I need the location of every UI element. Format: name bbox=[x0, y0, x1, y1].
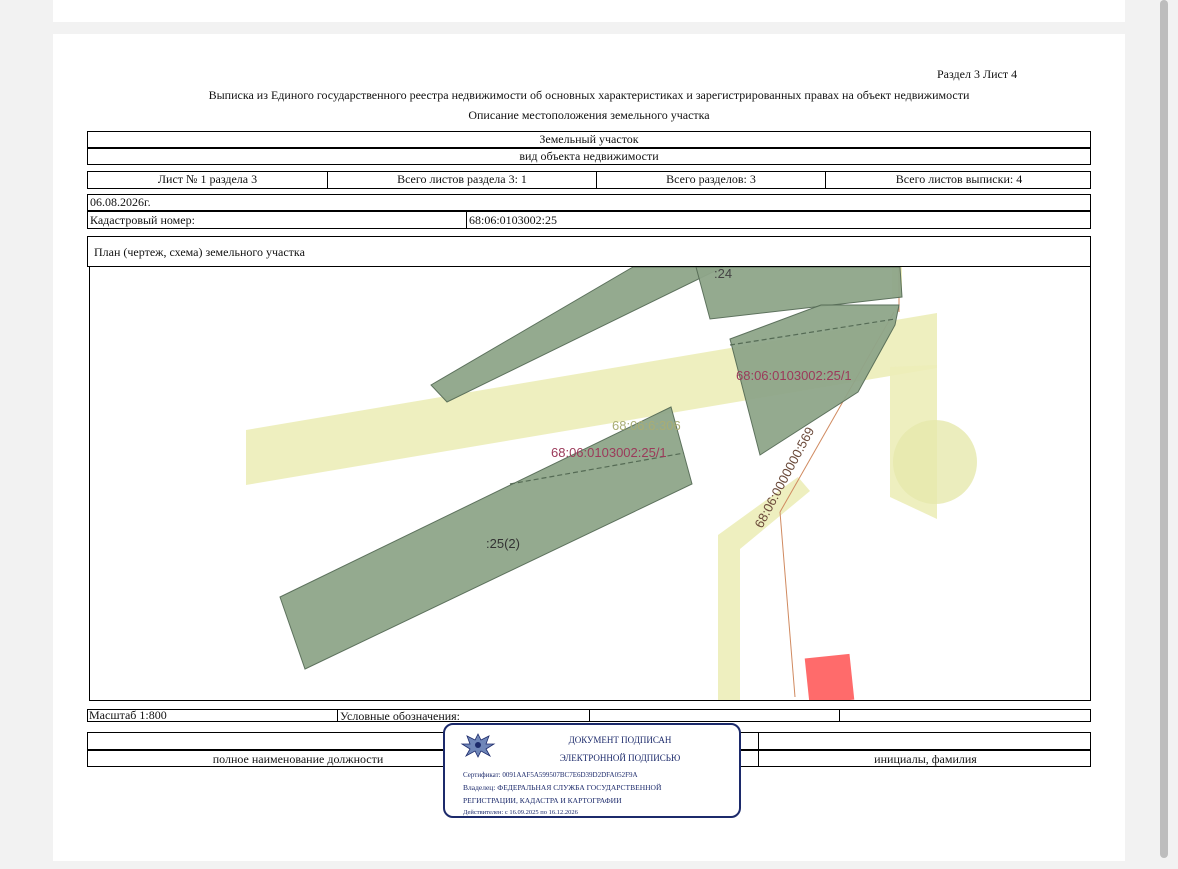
section-sheet-number: Раздел 3 Лист 4 bbox=[937, 67, 1018, 81]
stamp-owner: Владелец: ФЕДЕРАЛЬНАЯ СЛУЖБА ГОСУДАРСТВЕ… bbox=[463, 783, 662, 792]
total-sheets-section: Всего листов раздела 3: 1 bbox=[397, 172, 527, 186]
label-parcel-25-1-mid: 68:06:0103002:25/1 bbox=[551, 445, 667, 460]
document-page: Раздел 3 Лист 4 Выписка из Единого госуд… bbox=[53, 34, 1125, 861]
eagle-emblem-icon bbox=[460, 733, 496, 758]
initials-label: инициалы, фамилия bbox=[874, 752, 977, 766]
stamp-valid: Действителен: с 16.09.2025 по 16.12.2026 bbox=[463, 809, 578, 816]
plan-title: План (чертеж, схема) земельного участка bbox=[94, 245, 305, 259]
total-sections: Всего разделов: 3 bbox=[666, 172, 756, 186]
total-sheets-extract: Всего листов выписки: 4 bbox=[895, 172, 1023, 186]
document-subtitle: Описание местоположения земельного участ… bbox=[468, 108, 710, 122]
red-marker bbox=[804, 653, 855, 700]
label-parcel-24: :24 bbox=[714, 267, 732, 281]
label-parcel-neighbor: 68:06:6:306 bbox=[612, 418, 681, 433]
zone-circle bbox=[893, 420, 977, 504]
stamp-line-1: ДОКУМЕНТ ПОДПИСАН bbox=[568, 735, 672, 745]
cadastral-row: Кадастровый номер: 68:06:0103002:25 bbox=[87, 211, 1091, 229]
plan-map: :24 68:06:0103002:25/1 68:06:6:306 68:06… bbox=[89, 266, 1091, 701]
scale-label: Масштаб 1:800 bbox=[89, 708, 167, 722]
label-parcel-25-1-top: 68:06:0103002:25/1 bbox=[736, 368, 852, 383]
scale-legend-row: Масштаб 1:800 Условные обозначения: bbox=[87, 708, 1091, 723]
date-row: 06.08.2026г. bbox=[87, 194, 1091, 211]
extract-date: 06.08.2026г. bbox=[90, 195, 151, 209]
label-parcel-25-2: :25(2) bbox=[486, 536, 520, 551]
object-kind-row: вид объекта недвижимости bbox=[87, 148, 1091, 165]
plan-header-row: План (чертеж, схема) земельного участка bbox=[87, 236, 1091, 267]
boundary-line-2 bbox=[779, 511, 796, 698]
legend-label: Условные обозначения: bbox=[340, 709, 461, 723]
object-name: Земельный участок bbox=[539, 132, 639, 146]
sheets-row: Лист № 1 раздела 3 Всего листов раздела … bbox=[87, 171, 1091, 189]
scrollbar[interactable] bbox=[1160, 0, 1168, 858]
stamp-certificate: Сертификат: 0091AAF5A599507BC7E6D39D2DFA… bbox=[463, 771, 638, 779]
cadastral-value: 68:06:0103002:25 bbox=[469, 213, 558, 227]
object-kind-label: вид объекта недвижимости bbox=[519, 149, 659, 163]
stamp-line-2: ЭЛЕКТРОННОЙ ПОДПИСЬЮ bbox=[559, 753, 681, 763]
electronic-signature-stamp: ДОКУМЕНТ ПОДПИСАН ЭЛЕКТРОННОЙ ПОДПИСЬЮ С… bbox=[443, 723, 741, 818]
plan-drawing: :24 68:06:0103002:25/1 68:06:6:306 68:06… bbox=[246, 267, 977, 700]
document-title: Выписка из Единого государственного реес… bbox=[208, 88, 970, 102]
object-name-row: Земельный участок bbox=[87, 131, 1091, 148]
cadastral-label: Кадастровый номер: bbox=[90, 213, 195, 227]
previous-page-edge bbox=[53, 0, 1125, 22]
sheet-of-section: Лист № 1 раздела 3 bbox=[157, 172, 258, 186]
stamp-owner-2: РЕГИСТРАЦИИ, КАДАСТРА И КАРТОГРАФИИ bbox=[463, 796, 622, 805]
